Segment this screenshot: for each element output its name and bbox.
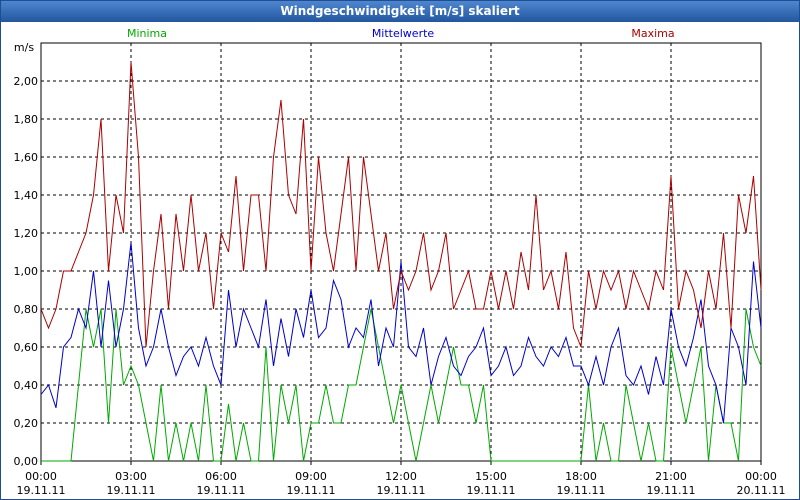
x-tick-date: 19.11.11 — [287, 484, 336, 497]
y-tick-label: 1,00 — [14, 265, 39, 278]
x-tick-date: 19.11.11 — [467, 484, 516, 497]
x-tick-date: 19.11.11 — [197, 484, 246, 497]
legend-maxima: Maxima — [631, 27, 674, 40]
y-tick-label: 1,40 — [14, 189, 39, 202]
legend-minima: Minima — [127, 27, 167, 40]
x-tick-date: 19.11.11 — [107, 484, 156, 497]
x-tick-time: 06:00 — [205, 470, 237, 483]
x-tick-time: 00:00 — [25, 470, 57, 483]
x-tick-time: 21:00 — [655, 470, 687, 483]
x-tick-date: 19.11.11 — [557, 484, 606, 497]
y-tick-label: 1,20 — [14, 227, 39, 240]
y-tick-label: 2,00 — [14, 75, 39, 88]
legend-mittelwerte: Mittelwerte — [372, 27, 435, 40]
x-tick-date: 19.11.11 — [647, 484, 696, 497]
x-tick-date: 19.11.11 — [17, 484, 66, 497]
x-tick-time: 12:00 — [385, 470, 417, 483]
y-tick-label: 0,80 — [14, 303, 39, 316]
chart-window: Windgeschwindigkeit [m/s] skaliert 0,00 0… — [0, 0, 800, 500]
x-tick-time: 03:00 — [115, 470, 147, 483]
y-tick-label: 1,80 — [14, 113, 39, 126]
y-tick-label: 0,20 — [14, 417, 39, 430]
y-axis-label: m/s — [14, 41, 34, 54]
x-tick-date: 19.11.11 — [377, 484, 426, 497]
chart-plot: 0,00 0,20 0,40 0,60 0,80 1,00 1,20 1,40 1,60 1,80… — [14, 27, 786, 497]
y-tick-label: 0,00 — [14, 455, 39, 468]
x-tick-time: 18:00 — [565, 470, 597, 483]
x-tick-date: 20.11.11 — [737, 484, 786, 497]
x-tick-time: 15:00 — [475, 470, 507, 483]
y-tick-label: 0,40 — [14, 379, 39, 392]
y-tick-label: 0,60 — [14, 341, 39, 354]
y-tick-label: 1,60 — [14, 151, 39, 164]
x-tick-time: 00:00 — [745, 470, 777, 483]
x-tick-time: 09:00 — [295, 470, 327, 483]
